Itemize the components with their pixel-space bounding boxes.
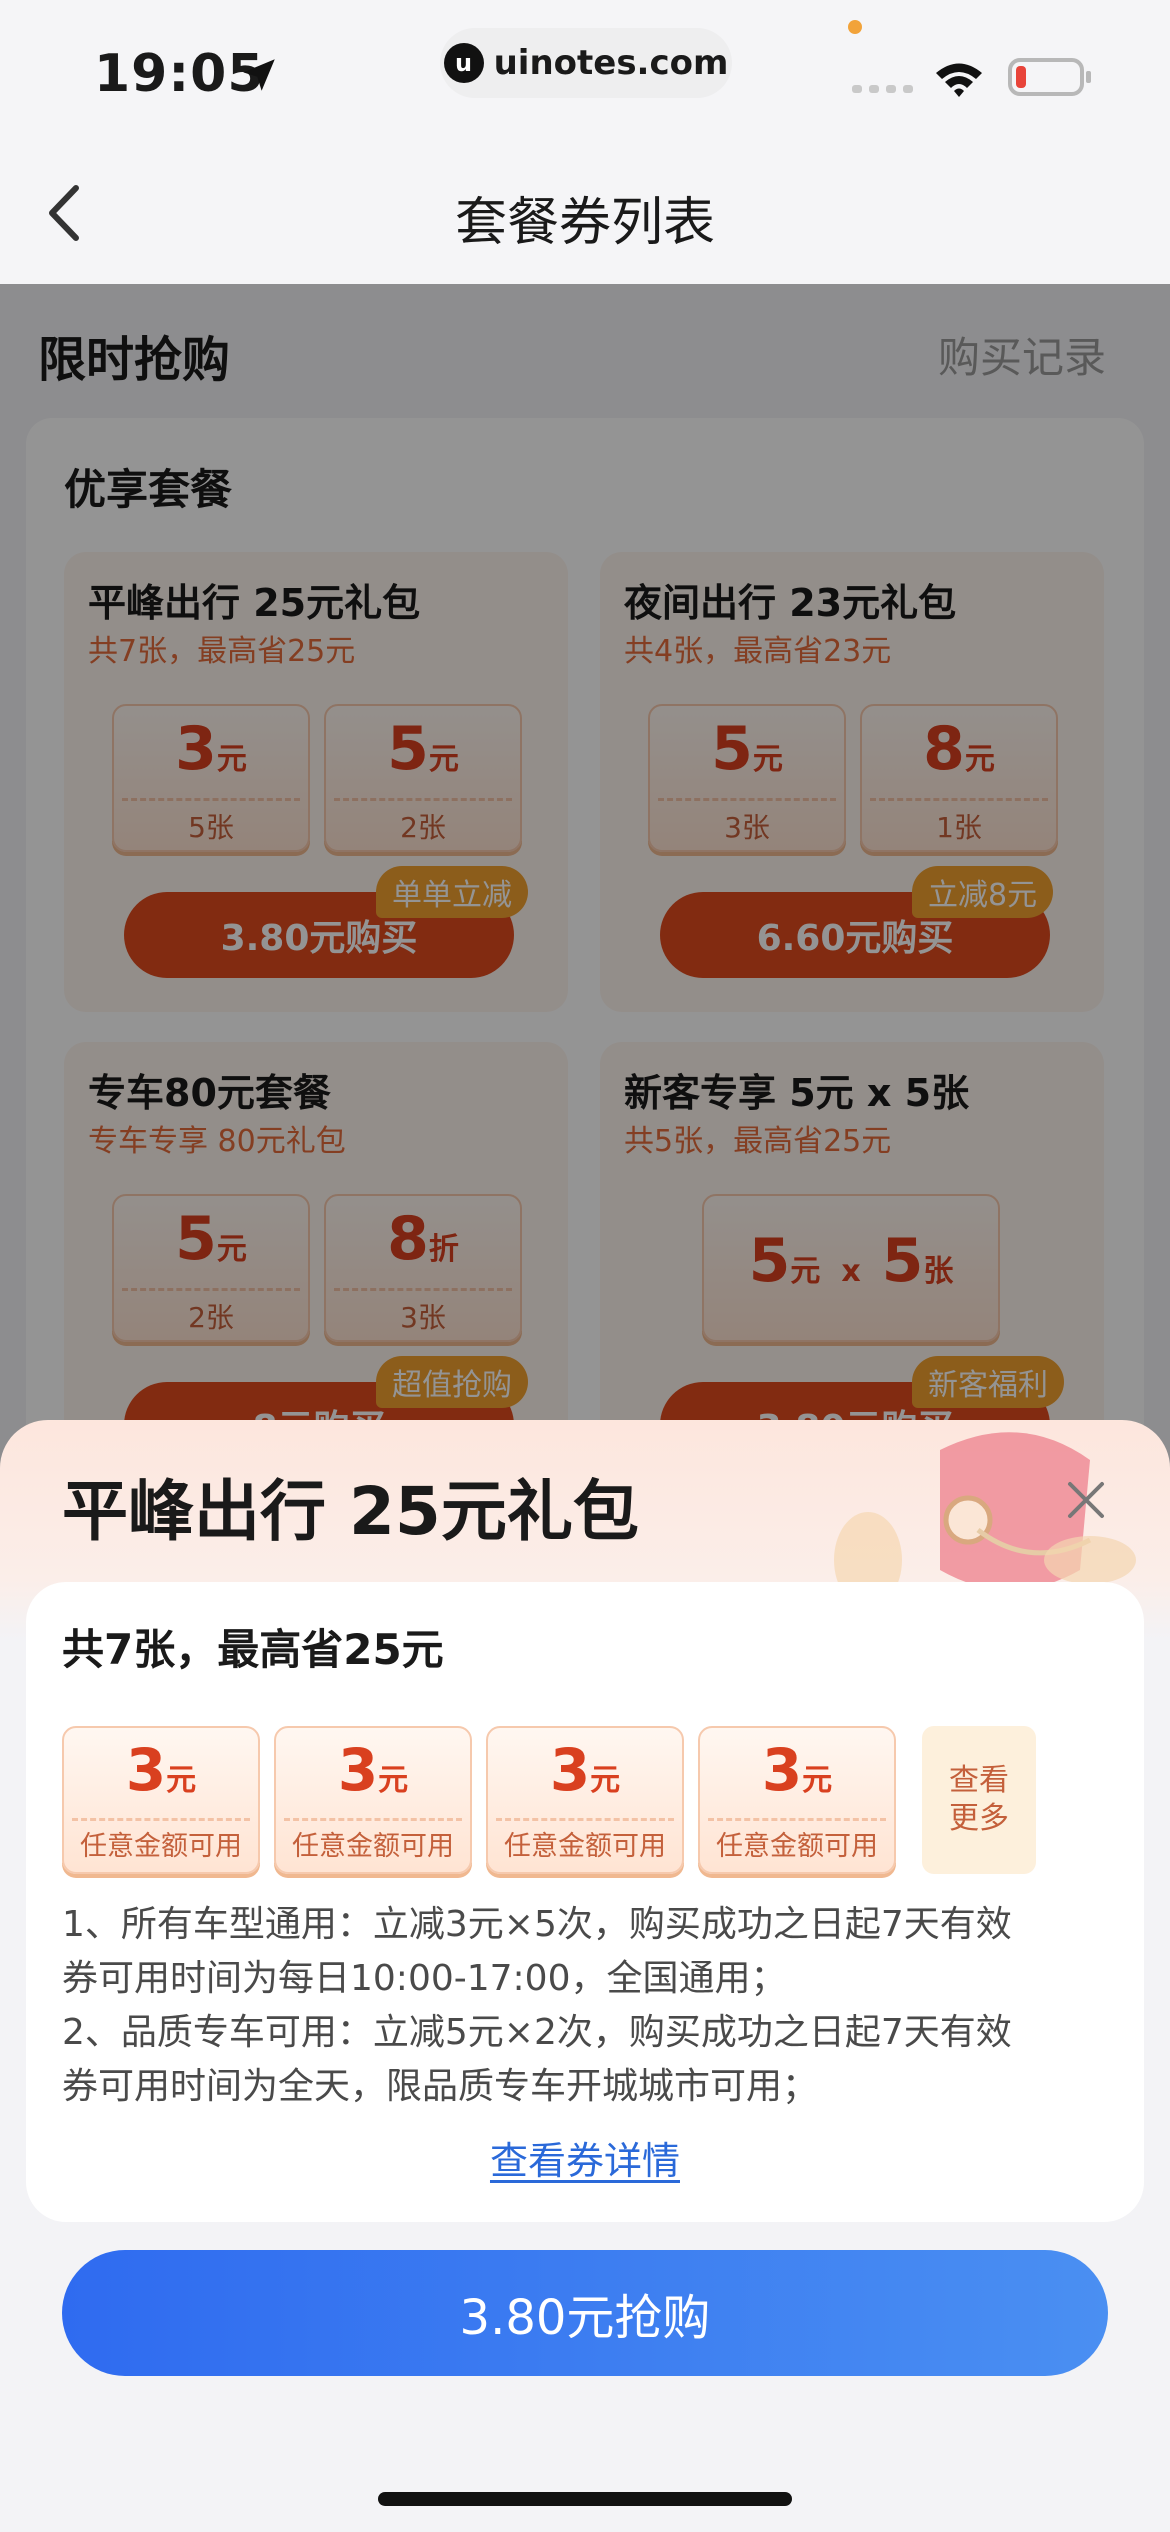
url-text: uinotes.com (493, 43, 729, 83)
coupon-value: 3 (125, 1736, 167, 1804)
purchase-button[interactable]: 3.80元抢购 (62, 2250, 1108, 2376)
signal-icon (852, 85, 913, 93)
coupon-ticket: 3元 任意金额可用 (486, 1726, 684, 1874)
site-logo-icon: u (443, 43, 484, 83)
privacy-indicator-dot (848, 20, 862, 34)
bundle-info-card: 共7张，最高省25元 3元 任意金额可用 3元 任意金额可用 3元 任意金额可用… (26, 1582, 1144, 2222)
coupon-value: 3 (549, 1736, 591, 1804)
coupon-ticket: 3元 任意金额可用 (62, 1726, 260, 1874)
wifi-icon (936, 63, 982, 97)
battery-icon (1008, 58, 1091, 96)
coupon-unit: 元 (802, 1763, 833, 1798)
nav-bar: 套餐券列表 (0, 140, 1170, 284)
coupon-detail-link[interactable]: 查看券详情 (26, 2130, 1144, 2185)
bundle-summary: 共7张，最高省25元 (62, 1625, 444, 1674)
coupon-note: 任意金额可用 (504, 1831, 666, 1862)
home-indicator (378, 2492, 792, 2506)
sheet-title: 平峰出行 25元礼包 (62, 1473, 639, 1550)
close-icon[interactable] (1066, 1480, 1106, 1520)
coupon-value: 3 (761, 1736, 803, 1804)
gift-decoration-icon (834, 1432, 1136, 1590)
rule-text: 2、品质专车可用：立减5元×2次，购买成功之日起7天有效 (62, 2012, 1012, 2053)
location-arrow-icon (243, 59, 275, 91)
view-more-button[interactable]: 查看 更多 (922, 1726, 1036, 1874)
rule-text: 券可用时间为全天，限品质专车开城城市可用； (62, 2066, 819, 2107)
rule-text: 券可用时间为每日10:00-17:00，全国通用； (62, 1958, 787, 1999)
coupon-unit: 元 (166, 1763, 197, 1798)
coupon-unit: 元 (378, 1763, 409, 1798)
url-pill[interactable]: u uinotes.com (440, 28, 732, 98)
view-more-line1: 查看 (949, 1763, 1009, 1798)
view-more-line2: 更多 (949, 1801, 1009, 1836)
coupon-note: 任意金额可用 (80, 1831, 242, 1862)
coupon-note: 任意金额可用 (292, 1831, 454, 1862)
page-title: 套餐券列表 (454, 193, 715, 253)
rule-text: 1、所有车型通用：立减3元×5次，购买成功之日起7天有效 (62, 1904, 1012, 1945)
bundle-detail-sheet: 平峰出行 25元礼包 共7张，最高省25元 3元 任意金额可用 3元 任意金额可… (0, 1420, 1170, 2532)
coupon-note: 任意金额可用 (716, 1831, 878, 1862)
coupon-value: 3 (337, 1736, 379, 1804)
status-bar: 19:05 u uinotes.com (0, 0, 1170, 140)
coupon-unit: 元 (590, 1763, 621, 1798)
coupon-ticket: 3元 任意金额可用 (698, 1726, 896, 1874)
coupon-ticket: 3元 任意金额可用 (274, 1726, 472, 1874)
